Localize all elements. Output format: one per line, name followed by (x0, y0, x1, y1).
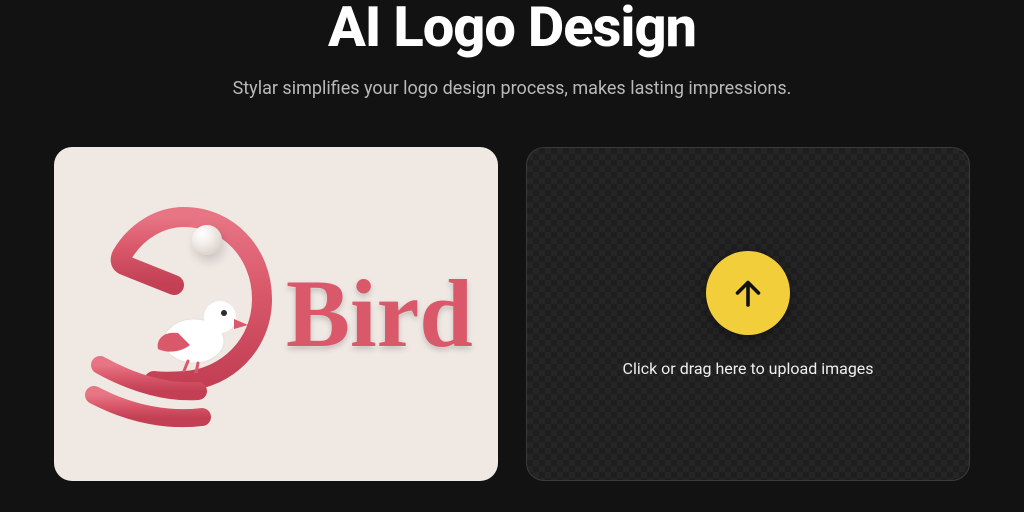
example-logo: Bird (76, 171, 476, 457)
upload-button[interactable] (706, 251, 790, 335)
bird-logo-mark (76, 199, 276, 429)
example-logo-text: Bird (286, 266, 473, 362)
example-logo-card: Bird (54, 147, 498, 481)
page-title: AI Logo Design (328, 0, 696, 60)
upload-instruction: Click or drag here to upload images (623, 359, 874, 378)
arrow-up-icon (730, 275, 766, 311)
upload-dropzone[interactable]: Click or drag here to upload images (526, 147, 970, 481)
page-subtitle: Stylar simplifies your logo design proce… (233, 78, 792, 99)
small-bird-icon (154, 291, 250, 373)
logo-dot (192, 225, 222, 255)
cards-row: Bird Click or drag here to upload images (0, 147, 1024, 481)
